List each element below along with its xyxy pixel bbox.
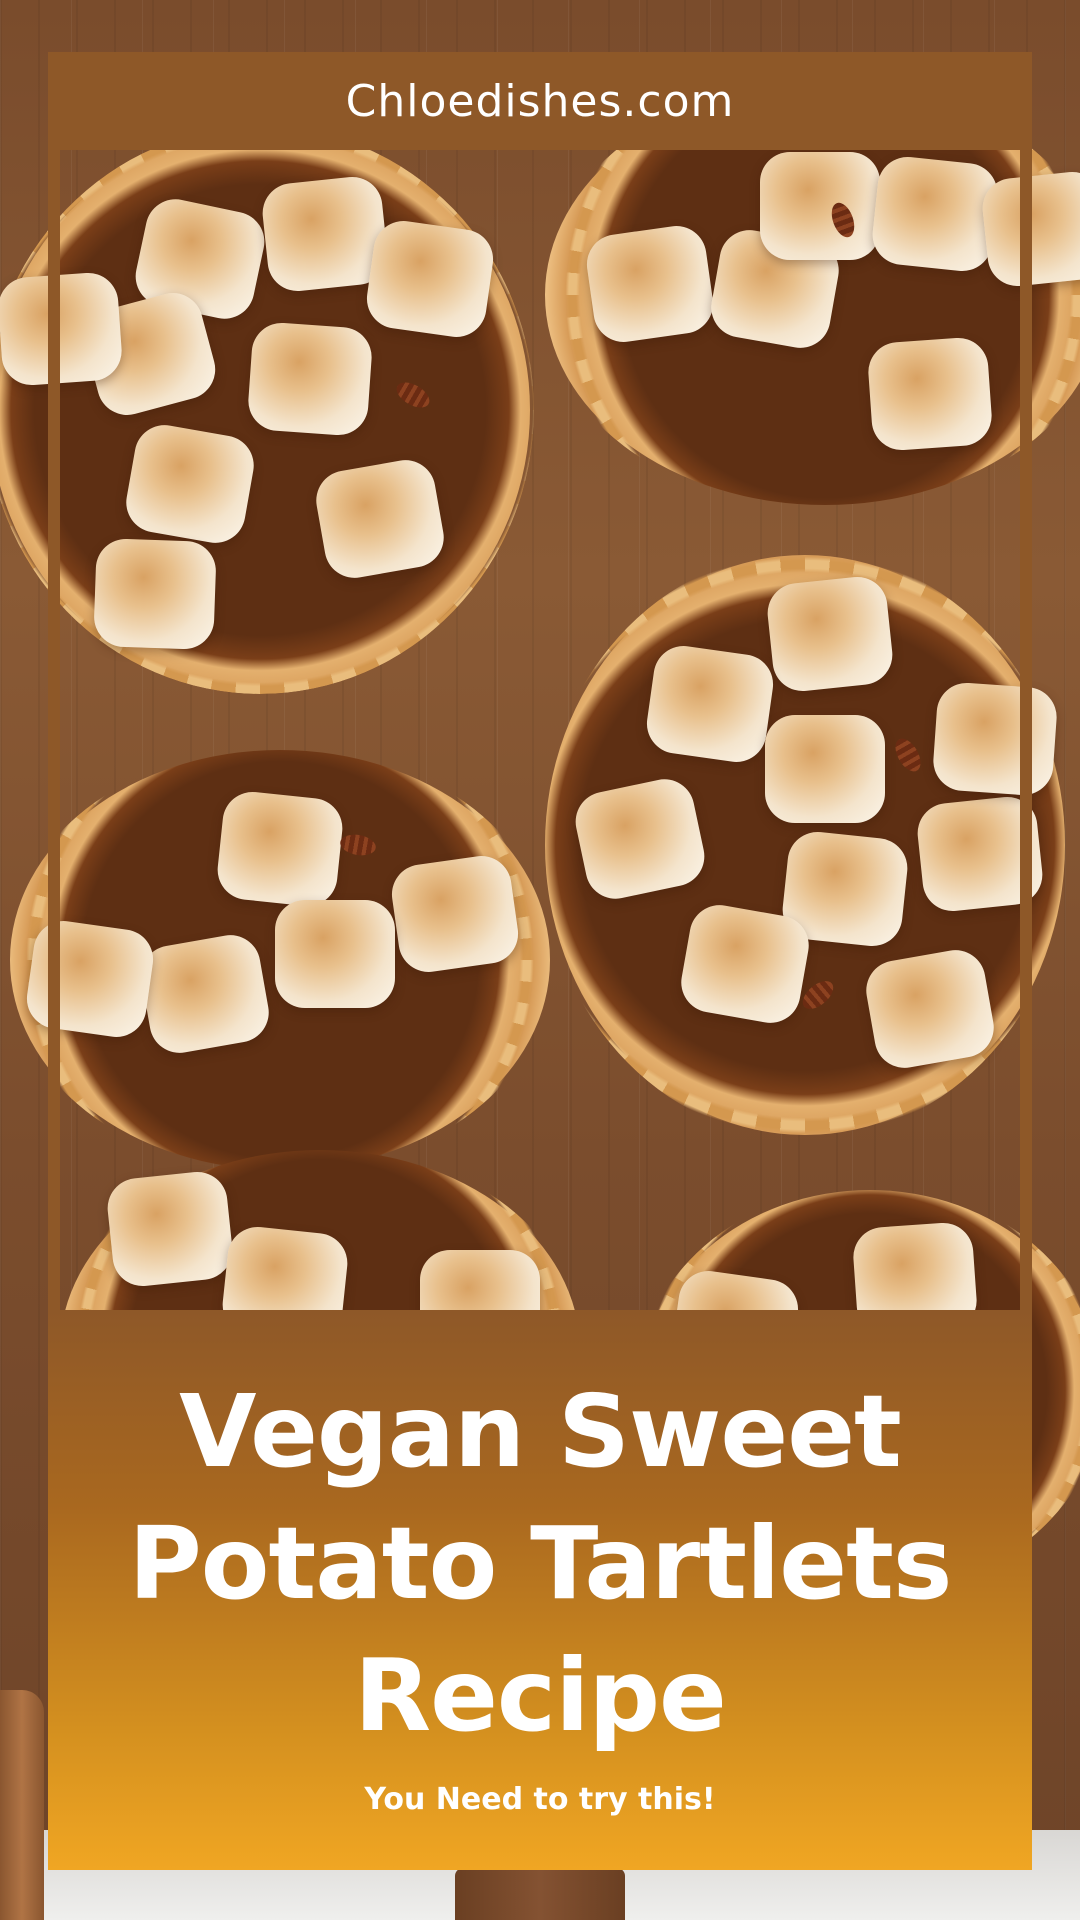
marshmallow [93, 537, 217, 651]
marshmallow [869, 154, 1001, 274]
tagline: You Need to try this! [364, 1782, 716, 1817]
marshmallow [214, 789, 346, 909]
spatula-handle [0, 1690, 44, 1920]
marshmallow [104, 1169, 236, 1289]
recipe-title-line1: Vegan Sweet [179, 1373, 902, 1490]
frame-border-right [1020, 150, 1032, 1310]
marshmallow [275, 900, 395, 1008]
marshmallow [0, 270, 124, 388]
recipe-title-line2: Potato Tartlets [128, 1505, 953, 1622]
marshmallow [388, 852, 522, 976]
marshmallow [363, 217, 497, 341]
marshmallow [136, 930, 274, 1058]
marshmallow [676, 900, 814, 1028]
title-panel: Vegan Sweet Potato Tartlets Recipe You N… [48, 1310, 1032, 1870]
marshmallow [23, 917, 157, 1041]
brand-header: Chloedishes.com [48, 52, 1032, 150]
marshmallow [765, 715, 885, 823]
marshmallow [311, 455, 449, 583]
marshmallow [121, 420, 259, 548]
marshmallow [246, 320, 374, 438]
marshmallow [760, 152, 880, 260]
marshmallow [931, 680, 1059, 798]
marshmallow [866, 335, 994, 453]
recipe-title-line3: Recipe [354, 1637, 727, 1754]
marshmallow [583, 222, 717, 346]
recipe-title: Vegan Sweet Potato Tartlets Recipe [48, 1310, 1032, 1762]
frame-border-left [48, 150, 60, 1310]
marshmallow [861, 945, 999, 1073]
marshmallow [643, 642, 777, 766]
site-name: Chloedishes.com [345, 75, 735, 127]
board-handle [455, 1868, 625, 1920]
marshmallow [764, 574, 896, 694]
